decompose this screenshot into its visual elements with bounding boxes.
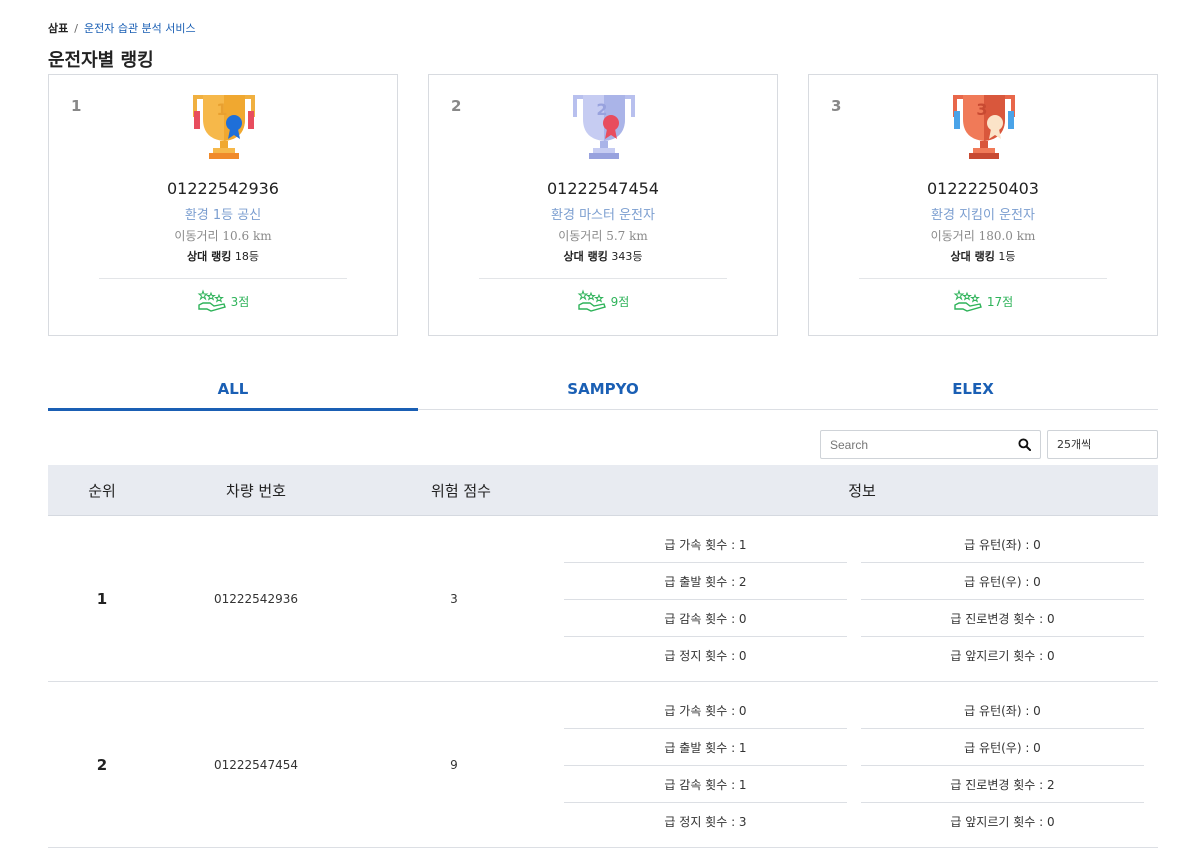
row-rank: 2 (96, 755, 108, 774)
score-value: 17점 (986, 294, 1014, 309)
relative-rank-label: 상대 랭킹 (950, 250, 995, 263)
search-box (820, 430, 1041, 459)
breadcrumb: 삼표 / 운전자 습관 분석 서비스 (48, 20, 196, 36)
ranking-table: 순위 차량 번호 위험 점수 정보 1 01222542936 3 급 가속 횟… (48, 465, 1158, 848)
tab-all[interactable]: ALL (48, 372, 418, 411)
relative-rank-value: 18등 (234, 250, 259, 263)
row-info-left: 급 가속 횟수 : 0 급 출발 횟수 : 1 급 감속 횟수 : 1 급 정지… (564, 692, 847, 840)
relative-rank-label: 상대 랭킹 (187, 250, 232, 263)
header-risk-score: 위험 점수 (431, 481, 491, 500)
breadcrumb-current[interactable]: 운전자 습관 분석 서비스 (84, 20, 196, 36)
trophy-icon: 2 (573, 95, 635, 159)
info-item: 급 가속 횟수 : 1 (564, 526, 847, 563)
card-driver-title: 환경 마스터 운전자 (551, 208, 655, 223)
distance-label: 이동거리 (558, 229, 603, 243)
card-driver-title: 환경 지킴이 운전자 (931, 208, 1035, 223)
card-rank-number: 3 (831, 97, 842, 115)
hand-stars-icon (197, 289, 226, 312)
table-row[interactable]: 1 01222542936 3 급 가속 횟수 : 1 급 출발 횟수 : 2 … (48, 516, 1158, 682)
info-item: 급 유턴(우) : 0 (861, 563, 1144, 600)
relative-rank-value: 343등 (611, 250, 643, 263)
row-risk-score: 9 (450, 757, 458, 772)
header-rank: 순위 (88, 481, 116, 500)
breadcrumb-separator: / (74, 21, 78, 35)
trophy-icon: 1 (193, 95, 255, 159)
card-distance: 이동거리 10.6 km (49, 227, 397, 244)
distance-value: 5.7 km (606, 229, 648, 243)
card-score: 3점 (49, 289, 397, 313)
tab-elex[interactable]: ELEX (788, 372, 1158, 409)
relative-rank-value: 1등 (998, 250, 1016, 263)
ranking-card-3: 3 3 01222250403 환경 지킴이 운전자 이동거리 180.0 km… (808, 74, 1158, 336)
hand-stars-icon (577, 289, 606, 312)
info-item: 급 정지 횟수 : 0 (664, 649, 747, 663)
row-rank: 1 (96, 589, 108, 608)
search-icon[interactable] (1018, 438, 1031, 451)
card-relative-rank: 상대 랭킹 18등 (49, 248, 397, 264)
search-input[interactable] (821, 431, 1011, 458)
card-relative-rank: 상대 랭킹 343등 (429, 248, 777, 264)
card-rank-number: 1 (71, 97, 82, 115)
distance-label: 이동거리 (174, 229, 219, 243)
page-title: 운전자별 랭킹 (48, 50, 154, 71)
card-divider (479, 278, 727, 279)
svg-text:2: 2 (596, 100, 607, 119)
row-vehicle-number: 01222542936 (214, 591, 298, 606)
header-info: 정보 (848, 481, 876, 500)
card-divider (99, 278, 347, 279)
row-info-right: 급 유턴(좌) : 0 급 유턴(우) : 0 급 진로변경 횟수 : 0 급 … (861, 526, 1144, 674)
info-item: 급 출발 횟수 : 1 (564, 729, 847, 766)
score-value: 9점 (610, 294, 630, 309)
distance-value: 10.6 km (222, 229, 272, 243)
row-info-left: 급 가속 횟수 : 1 급 출발 횟수 : 2 급 감속 횟수 : 0 급 정지… (564, 526, 847, 674)
ranking-card-1: 1 1 01222542936 환경 1등 공신 이동거리 10.6 km 상대… (48, 74, 398, 336)
relative-rank-label: 상대 랭킹 (563, 250, 608, 263)
company-tabs: ALL SAMPYO ELEX (48, 372, 1158, 411)
ranking-card-2: 2 2 01222547454 환경 마스터 운전자 이동거리 5.7 km 상… (428, 74, 778, 336)
card-relative-rank: 상대 랭킹 1등 (809, 248, 1157, 264)
info-item: 급 유턴(우) : 0 (861, 729, 1144, 766)
info-item: 급 출발 횟수 : 2 (564, 563, 847, 600)
svg-text:1: 1 (216, 100, 227, 119)
card-vehicle-number: 01222542936 (167, 179, 279, 198)
card-distance: 이동거리 5.7 km (429, 227, 777, 244)
header-vehicle: 차량 번호 (226, 481, 286, 500)
info-item: 급 감속 횟수 : 1 (564, 766, 847, 803)
info-item: 급 앞지르기 횟수 : 0 (950, 815, 1055, 829)
card-distance: 이동거리 180.0 km (809, 227, 1157, 244)
info-item: 급 정지 횟수 : 3 (664, 815, 747, 829)
info-item: 급 가속 횟수 : 0 (564, 692, 847, 729)
table-header: 순위 차량 번호 위험 점수 정보 (48, 465, 1158, 516)
info-item: 급 유턴(좌) : 0 (861, 526, 1144, 563)
top-ranking-cards: 1 1 01222542936 환경 1등 공신 이동거리 10.6 km 상대… (48, 74, 1158, 336)
info-item: 급 감속 횟수 : 0 (564, 600, 847, 637)
page-size-select[interactable]: 25개씩 (1047, 430, 1158, 459)
card-divider (859, 278, 1107, 279)
score-value: 3점 (230, 294, 250, 309)
svg-text:3: 3 (976, 100, 987, 119)
card-vehicle-number: 01222547454 (547, 179, 659, 198)
distance-label: 이동거리 (930, 229, 975, 243)
info-item: 급 진로변경 횟수 : 0 (861, 600, 1144, 637)
row-info-right: 급 유턴(좌) : 0 급 유턴(우) : 0 급 진로변경 횟수 : 2 급 … (861, 692, 1144, 840)
card-score: 9점 (429, 289, 777, 313)
card-driver-title: 환경 1등 공신 (184, 208, 262, 223)
info-item: 급 앞지르기 횟수 : 0 (950, 649, 1055, 663)
breadcrumb-home[interactable]: 삼표 (48, 20, 68, 36)
table-row[interactable]: 2 01222547454 9 급 가속 횟수 : 0 급 출발 횟수 : 1 … (48, 682, 1158, 848)
card-score: 17점 (809, 289, 1157, 313)
row-risk-score: 3 (450, 591, 458, 606)
info-item: 급 진로변경 횟수 : 2 (861, 766, 1144, 803)
card-vehicle-number: 01222250403 (927, 179, 1039, 198)
row-vehicle-number: 01222547454 (214, 757, 298, 772)
card-rank-number: 2 (451, 97, 462, 115)
tab-sampyo[interactable]: SAMPYO (418, 372, 788, 409)
hand-stars-icon (953, 289, 982, 312)
info-item: 급 유턴(좌) : 0 (861, 692, 1144, 729)
trophy-icon: 3 (953, 95, 1015, 159)
distance-value: 180.0 km (978, 229, 1036, 243)
